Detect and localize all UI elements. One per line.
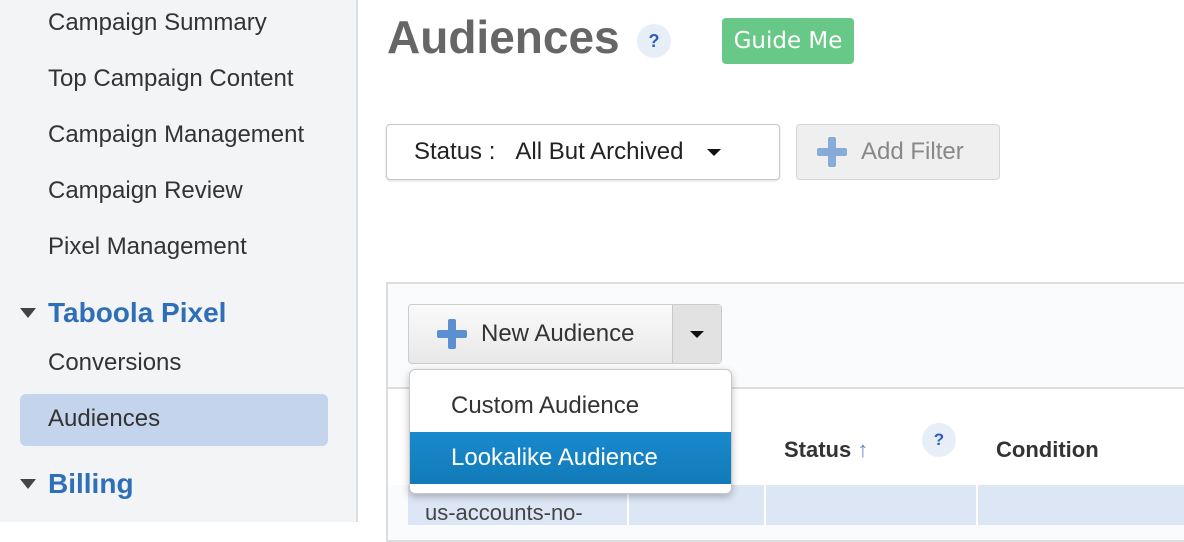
new-audience-button[interactable]: New Audience bbox=[409, 305, 673, 363]
sidebar-section-billing[interactable]: Billing bbox=[20, 468, 134, 500]
help-icon[interactable]: ? bbox=[922, 423, 956, 457]
new-audience-menu: Custom Audience Lookalike Audience bbox=[409, 369, 732, 494]
new-audience-dropdown-toggle[interactable] bbox=[673, 305, 721, 363]
page-title: Audiences bbox=[387, 11, 620, 63]
sidebar-item-pixel-management[interactable]: Pixel Management bbox=[48, 233, 247, 261]
sidebar-item-campaign-review[interactable]: Campaign Review bbox=[48, 177, 243, 205]
column-header-status[interactable]: Status ↑ bbox=[784, 437, 868, 463]
collapse-triangle-icon bbox=[20, 308, 36, 318]
add-filter-label: Add Filter bbox=[861, 138, 964, 165]
plus-icon bbox=[817, 137, 847, 167]
caret-down-icon bbox=[707, 148, 722, 156]
help-icon[interactable]: ? bbox=[637, 24, 671, 58]
column-divider bbox=[976, 485, 978, 525]
sort-ascending-icon: ↑ bbox=[857, 437, 869, 462]
sidebar-item-campaign-management[interactable]: Campaign Management bbox=[48, 121, 304, 149]
menu-item-custom-audience[interactable]: Custom Audience bbox=[410, 380, 731, 432]
audience-name-cell: us-accounts-no- bbox=[425, 500, 583, 525]
sidebar: Campaign Summary Top Campaign Content Ca… bbox=[0, 0, 358, 522]
column-header-condition[interactable]: Condition bbox=[996, 437, 1099, 463]
column-divider bbox=[764, 485, 766, 525]
caret-down-icon bbox=[690, 330, 704, 338]
status-filter-value: All But Archived bbox=[515, 138, 684, 165]
new-audience-split-button: New Audience bbox=[408, 304, 722, 364]
guide-me-button[interactable]: Guide Me bbox=[722, 18, 854, 64]
menu-item-lookalike-audience[interactable]: Lookalike Audience bbox=[410, 432, 731, 484]
new-audience-label: New Audience bbox=[481, 320, 635, 347]
status-filter-dropdown[interactable]: Status : All But Archived bbox=[386, 124, 780, 180]
add-filter-button[interactable]: Add Filter bbox=[796, 124, 1000, 180]
sidebar-item-campaign-summary[interactable]: Campaign Summary bbox=[48, 9, 267, 37]
status-filter-label: Status : bbox=[414, 138, 496, 165]
plus-icon bbox=[437, 319, 467, 349]
sidebar-item-audiences[interactable]: Audiences bbox=[48, 405, 160, 433]
sidebar-item-top-campaign-content[interactable]: Top Campaign Content bbox=[48, 65, 293, 93]
sidebar-item-conversions[interactable]: Conversions bbox=[48, 349, 181, 377]
collapse-triangle-icon bbox=[20, 479, 36, 489]
section-label: Taboola Pixel bbox=[48, 297, 227, 328]
section-label: Billing bbox=[48, 468, 134, 499]
sidebar-section-taboola-pixel[interactable]: Taboola Pixel bbox=[20, 297, 226, 329]
